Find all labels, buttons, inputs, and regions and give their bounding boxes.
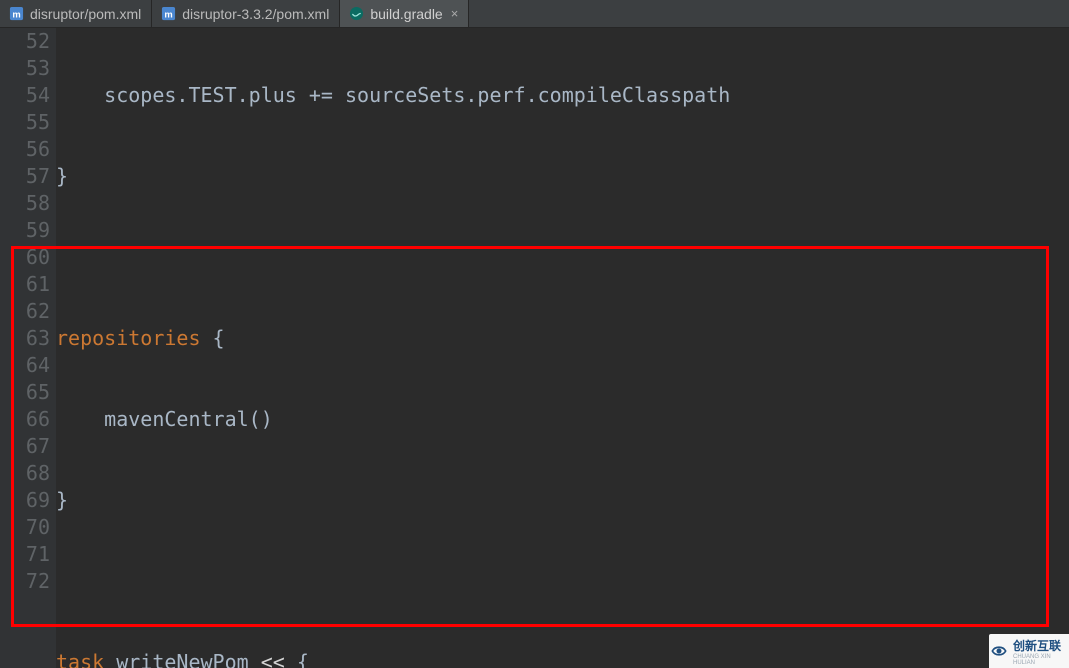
watermark-subtext: CHUANG XIN HULIAN — [1013, 654, 1069, 666]
line-number: 61 — [0, 271, 50, 298]
tab-label: build.gradle — [370, 6, 442, 22]
line-number: 69 — [0, 487, 50, 514]
line-number: 65 — [0, 379, 50, 406]
tab-bar: m disruptor/pom.xml m disruptor-3.3.2/po… — [0, 0, 1069, 28]
close-icon[interactable]: × — [451, 7, 459, 20]
tab-label: disruptor-3.3.2/pom.xml — [182, 6, 329, 22]
line-number: 64 — [0, 352, 50, 379]
line-number: 53 — [0, 55, 50, 82]
line-number: 70 — [0, 514, 50, 541]
line-number: 59 — [0, 217, 50, 244]
maven-file-icon: m — [8, 6, 24, 22]
code-content[interactable]: scopes.TEST.plus += sourceSets.perf.comp… — [56, 28, 1069, 668]
line-number: 66 — [0, 406, 50, 433]
watermark-logo: 创新互联 CHUANG XIN HULIAN — [989, 634, 1069, 668]
code-line: repositories { — [56, 325, 1069, 352]
line-number: 67 — [0, 433, 50, 460]
line-number-gutter: 52 53 54 55 56 57 58 59 60 61 62 63 64 6… — [0, 28, 56, 668]
line-number: 68 — [0, 460, 50, 487]
svg-text:m: m — [164, 9, 172, 19]
line-number: 60 — [0, 244, 50, 271]
tab-disruptor-pom[interactable]: m disruptor/pom.xml — [0, 0, 152, 27]
code-line — [56, 244, 1069, 271]
line-number: 56 — [0, 136, 50, 163]
line-number: 72 — [0, 568, 50, 595]
code-editor[interactable]: 52 53 54 55 56 57 58 59 60 61 62 63 64 6… — [0, 28, 1069, 668]
line-number: 58 — [0, 190, 50, 217]
line-number: 57 — [0, 163, 50, 190]
code-line: mavenCentral() — [56, 406, 1069, 433]
code-line: } — [56, 163, 1069, 190]
code-line: scopes.TEST.plus += sourceSets.perf.comp… — [56, 82, 1069, 109]
svg-text:m: m — [12, 9, 20, 19]
line-number: 62 — [0, 298, 50, 325]
line-number: 54 — [0, 82, 50, 109]
code-line: } — [56, 487, 1069, 514]
maven-file-icon: m — [160, 6, 176, 22]
line-number: 63 — [0, 325, 50, 352]
tab-label: disruptor/pom.xml — [30, 6, 141, 22]
line-number: 71 — [0, 541, 50, 568]
code-line: task writeNewPom << { — [56, 649, 1069, 668]
code-line — [56, 568, 1069, 595]
line-number: 52 — [0, 28, 50, 55]
watermark-text: 创新互联 — [1013, 639, 1061, 653]
tab-disruptor-332-pom[interactable]: m disruptor-3.3.2/pom.xml — [152, 0, 340, 27]
gradle-file-icon — [348, 6, 364, 22]
tab-build-gradle[interactable]: build.gradle × — [340, 0, 469, 27]
line-number: 55 — [0, 109, 50, 136]
